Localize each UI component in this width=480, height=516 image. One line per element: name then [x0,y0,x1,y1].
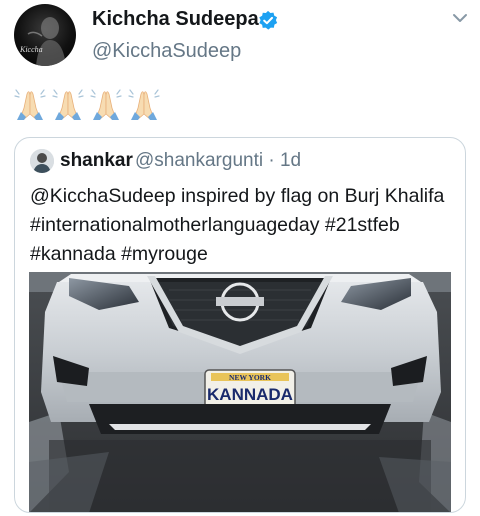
quoted-display-name[interactable]: shankar [60,150,133,172]
quoted-text-line: #internationalmotherlanguageday #21stfeb [30,214,400,236]
plate-number: KANNADA [207,385,293,404]
tweet-text [14,86,160,120]
user-avatar[interactable]: Kiccha [14,4,76,66]
quoted-handle-timestamp[interactable]: @shankargunti · 1d [135,150,301,172]
folded-hands-icon [128,89,160,120]
quoted-text-line: @KicchaSudeep inspired by flag on Burj K… [30,185,445,207]
quoted-tweet-card[interactable]: shankar @shankargunti · 1d @KicchaSudeep… [14,137,466,513]
plate-state: NEW YORK [229,373,271,382]
folded-hands-icon [52,89,84,120]
chevron-down-icon[interactable] [452,12,468,24]
quoted-user-avatar[interactable] [30,149,54,173]
tweet-photo[interactable]: NEW YORK KANNADA [29,272,451,512]
display-name[interactable]: Kichcha Sudeepa [92,8,259,31]
verified-badge-icon [259,10,278,30]
folded-hands-icon [90,89,122,120]
quoted-tweet-text: @KicchaSudeep inspired by flag on Burj K… [30,182,460,269]
user-handle[interactable]: @KicchaSudeep [92,40,241,63]
folded-hands-icon [14,89,46,120]
quoted-text-line: #kannada #myrouge [30,243,208,265]
avatar-signature: Kiccha [19,45,43,54]
